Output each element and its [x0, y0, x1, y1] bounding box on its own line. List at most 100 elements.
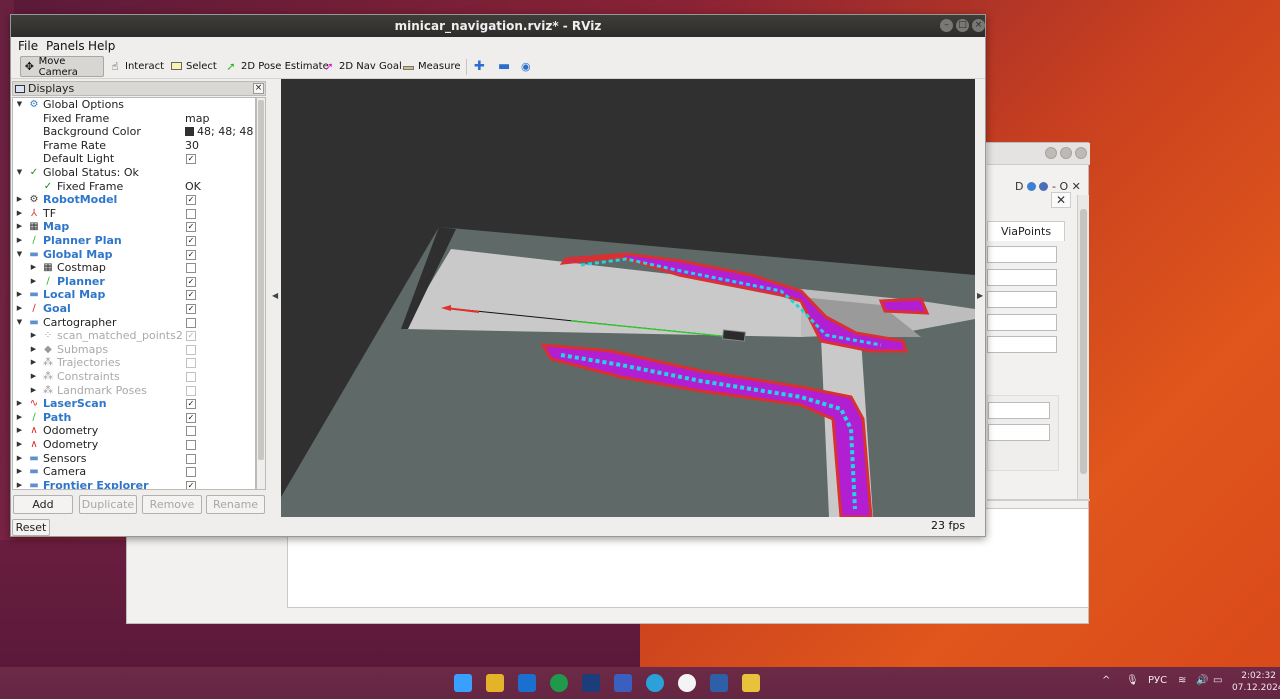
chevron-right-icon[interactable]: ▶	[15, 288, 24, 302]
enable-checkbox[interactable]: ✓	[186, 304, 196, 314]
display-row[interactable]: ▶ ⁂ Constraints	[13, 370, 255, 384]
blue-circle-icon[interactable]	[1026, 182, 1036, 191]
text-field-7[interactable]	[988, 424, 1050, 441]
chevron-right-icon[interactable]: ▶	[15, 207, 24, 221]
menu-help[interactable]: Help	[88, 39, 115, 53]
wifi-icon[interactable]: ≋	[1178, 675, 1186, 686]
tab-viapoints[interactable]: ViaPoints	[987, 221, 1065, 241]
chevron-right-icon[interactable]: ▶	[29, 275, 38, 289]
3d-view[interactable]	[281, 79, 975, 517]
enable-checkbox[interactable]: ✓	[186, 249, 196, 260]
view-options-button[interactable]: ◉	[518, 56, 534, 77]
chevron-right-icon[interactable]: ▶	[29, 343, 38, 357]
display-row[interactable]: ▼ ✓ Global Status: Ok	[13, 166, 255, 180]
chevron-right-icon[interactable]: ▶	[15, 465, 24, 479]
enable-checkbox[interactable]	[186, 440, 196, 450]
display-row[interactable]: ▶ ∕ Planner ✓	[13, 275, 255, 289]
display-row[interactable]: ▶ ∧ Odometry	[13, 438, 255, 452]
help-icon[interactable]	[1039, 182, 1049, 191]
volume-icon[interactable]: 🔊	[1196, 675, 1208, 686]
display-row[interactable]: ▶ ▬ Camera	[13, 465, 255, 479]
display-row[interactable]: ▶ ⚙ RobotModel ✓	[13, 193, 255, 207]
chevron-right-icon[interactable]: ▶	[15, 438, 24, 452]
display-row[interactable]: ✓ Fixed Frame OK	[13, 180, 255, 194]
collapse-right-handle[interactable]: ▶	[975, 79, 985, 517]
enable-checkbox[interactable]	[186, 385, 196, 396]
app-icon-bars[interactable]	[582, 674, 600, 692]
chevron-right-icon[interactable]: ▶	[29, 261, 38, 275]
displays-tree[interactable]: ▼ ⚙ Global Options Fixed Frame map Background…	[12, 97, 256, 490]
chevron-right-icon[interactable]: ▶	[15, 220, 24, 234]
tree-scrollbar[interactable]	[256, 97, 266, 490]
yandex-browser-icon[interactable]	[678, 674, 696, 692]
enable-checkbox[interactable]: ✓	[186, 276, 196, 287]
chevron-right-icon[interactable]: ▶	[15, 234, 24, 248]
microphone-icon[interactable]: 🎙	[1126, 675, 1139, 686]
minimize-icon[interactable]	[1045, 147, 1057, 159]
display-row[interactable]: ▶ ▬ Frontier Explorer ✓	[13, 479, 255, 489]
minimize-icon[interactable]: –	[940, 19, 953, 32]
tool-interact[interactable]: ☝ Interact	[106, 56, 167, 77]
tool-2d-pose-estimate[interactable]: ➚ 2D Pose Estimate	[222, 56, 332, 77]
display-row[interactable]: ▶ ∕ Goal ✓	[13, 302, 255, 316]
display-row[interactable]: ▶ ∧ Odometry	[13, 424, 255, 438]
enable-checkbox[interactable]	[186, 344, 196, 355]
rename-button[interactable]: Rename	[206, 495, 265, 514]
enable-checkbox[interactable]: ✓	[186, 236, 196, 246]
enable-checkbox[interactable]	[186, 467, 196, 478]
display-row[interactable]: ▼ ⚙ Global Options	[13, 98, 255, 112]
language-indicator[interactable]: РУС	[1148, 675, 1167, 686]
chevron-right-icon[interactable]: ▶	[15, 452, 24, 466]
chevron-right-icon[interactable]: ▶	[15, 193, 24, 207]
chevron-right-icon[interactable]: ▶	[29, 329, 38, 343]
start-menu-icon[interactable]	[454, 674, 472, 692]
chevron-up-icon[interactable]: ^	[1102, 675, 1110, 686]
chevron-down-icon[interactable]: ▼	[15, 166, 24, 180]
vertical-scrollbar[interactable]	[1077, 195, 1089, 500]
enable-checkbox[interactable]	[186, 263, 196, 274]
display-row[interactable]: ▶ ∕ Path ✓	[13, 411, 255, 425]
text-field-6[interactable]	[988, 402, 1050, 419]
maximize-icon[interactable]	[1060, 147, 1072, 159]
enable-checkbox[interactable]	[186, 358, 196, 369]
enable-checkbox[interactable]: ✓	[186, 399, 196, 410]
maximize-icon[interactable]: □	[956, 19, 969, 32]
text-field-1[interactable]	[987, 246, 1057, 263]
text-field-3[interactable]	[987, 291, 1057, 308]
clock[interactable]: 2:02:32 07.12.2024	[1232, 670, 1280, 694]
display-value[interactable]: map	[185, 112, 209, 126]
chevron-right-icon[interactable]: ▶	[15, 424, 24, 438]
app-icon-green[interactable]	[550, 674, 568, 692]
enable-checkbox[interactable]	[186, 453, 196, 464]
display-value[interactable]: OK	[185, 180, 201, 194]
tool-move-camera[interactable]: ✥ Move Camera	[20, 56, 104, 78]
defender-icon[interactable]	[518, 674, 536, 692]
enable-checkbox[interactable]: ✓	[186, 154, 196, 165]
chevron-down-icon[interactable]: ▼	[15, 316, 24, 330]
close-icon[interactable]: ×	[253, 83, 264, 94]
enable-checkbox[interactable]	[186, 208, 196, 219]
reset-button[interactable]: Reset	[12, 519, 50, 536]
edge-icon[interactable]	[646, 674, 664, 692]
display-value[interactable]: 48; 48; 48	[185, 125, 253, 139]
tool-d[interactable]: D	[1015, 180, 1023, 193]
enable-checkbox[interactable]: ✓	[186, 290, 196, 301]
close-icon[interactable]	[1075, 147, 1087, 159]
chevron-right-icon[interactable]: ▶	[15, 397, 24, 411]
display-row[interactable]: ▶ ⁘ scan_matched_points2 ✓	[13, 329, 255, 343]
add-tool-button[interactable]: ✚	[471, 56, 488, 77]
terminal-icon[interactable]	[742, 674, 760, 692]
file-explorer-icon[interactable]	[486, 674, 504, 692]
display-row[interactable]: ▶ ▬ Local Map ✓	[13, 288, 255, 302]
menu-panels[interactable]: Panels	[46, 39, 85, 53]
tool-measure[interactable]: Measure	[399, 56, 464, 77]
display-row[interactable]: Default Light ✓	[13, 152, 255, 166]
virtualbox-icon[interactable]	[710, 674, 728, 692]
text-field-4[interactable]	[987, 314, 1057, 331]
chevron-right-icon[interactable]: ▶	[15, 411, 24, 425]
display-row[interactable]: Frame Rate 30	[13, 139, 255, 153]
chevron-right-icon[interactable]: ▶	[15, 302, 24, 316]
display-row[interactable]: ▶ ∿ LaserScan ✓	[13, 397, 255, 411]
enable-checkbox[interactable]: ✓	[186, 195, 196, 206]
enable-checkbox[interactable]: ✓	[186, 331, 196, 342]
